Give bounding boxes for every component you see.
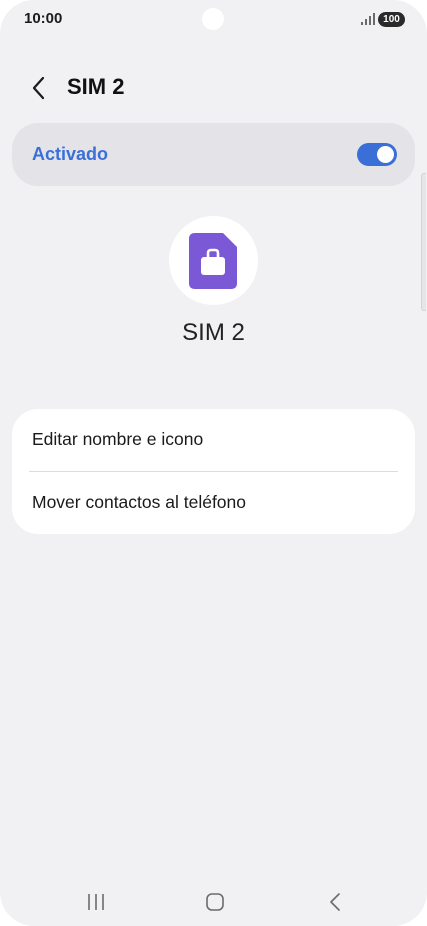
- edit-name-icon-item[interactable]: Editar nombre e icono: [12, 409, 415, 471]
- recents-icon[interactable]: [84, 890, 108, 914]
- sim-name: SIM 2: [182, 319, 245, 346]
- navigation-bar: [0, 876, 427, 926]
- battery-icon: 100: [378, 12, 405, 27]
- battery-level: 100: [383, 14, 400, 25]
- master-switch-label: Activado: [32, 144, 109, 164]
- option-label: Mover contactos al teléfono: [32, 492, 247, 512]
- edge-panel-handle[interactable]: [421, 173, 426, 311]
- phone-screen: 10:00 100 SIM 2 Activado SIM 2 Editar no…: [0, 0, 427, 926]
- toggle-knob: [377, 146, 394, 163]
- page-title: SIM 2: [67, 74, 125, 99]
- back-button[interactable]: [26, 74, 54, 102]
- signal-icon: [361, 13, 375, 25]
- master-switch-card[interactable]: Activado: [12, 123, 415, 186]
- sim-icon-container: [169, 216, 258, 305]
- options-card: Editar nombre e icono Mover contactos al…: [12, 409, 415, 534]
- back-icon[interactable]: [323, 890, 347, 914]
- master-switch-toggle[interactable]: [357, 143, 397, 166]
- home-icon[interactable]: [203, 890, 227, 914]
- move-contacts-item[interactable]: Mover contactos al teléfono: [12, 472, 415, 534]
- status-bar: 10:00 100: [0, 0, 427, 40]
- sim-work-icon: [189, 233, 237, 289]
- chevron-left-icon: [32, 76, 45, 100]
- camera-cutout: [202, 8, 224, 30]
- status-time: 10:00: [24, 10, 63, 27]
- header: SIM 2: [0, 62, 427, 114]
- option-label: Editar nombre e icono: [32, 429, 204, 449]
